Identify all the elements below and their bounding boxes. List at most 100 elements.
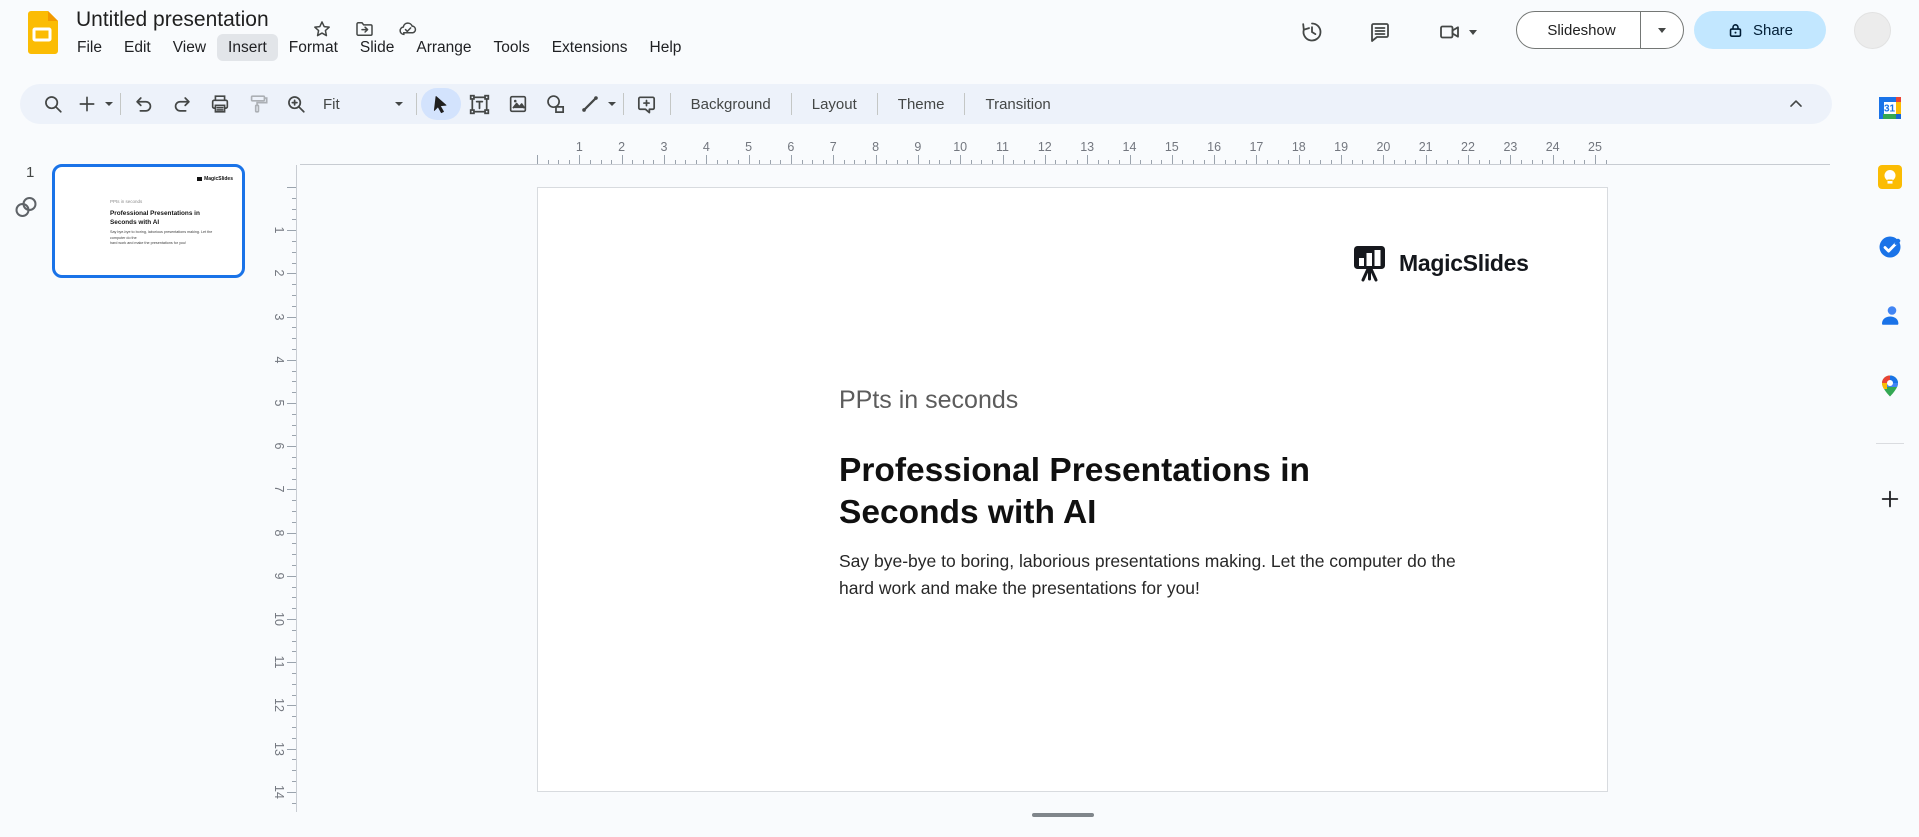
slide-title-text[interactable]: Professional Presentations in Seconds wi… (839, 450, 1310, 534)
ruler-number: 3 (660, 140, 668, 154)
ruler-number: 24 (1545, 140, 1560, 154)
ruler-number: 4 (272, 356, 286, 364)
menu-arrange[interactable]: Arrange (405, 34, 482, 61)
slide-brand-logo[interactable]: MagicSlides (1351, 244, 1529, 282)
svg-text:31: 31 (1884, 104, 1896, 115)
menu-tools[interactable]: Tools (483, 34, 541, 61)
redo-icon[interactable] (163, 88, 201, 120)
get-add-ons-plus-icon[interactable] (1877, 486, 1903, 512)
comments-icon[interactable] (1360, 16, 1400, 48)
menu-slide[interactable]: Slide (349, 34, 405, 61)
thumbnail-kicker: PPts in seconds (110, 199, 143, 204)
select-tool[interactable] (420, 88, 461, 120)
slide-body-text[interactable]: Say bye-bye to boring, laborious present… (839, 548, 1456, 602)
header-action-icons (1292, 16, 1486, 48)
keep-icon[interactable] (1877, 164, 1903, 190)
account-avatar[interactable] (1854, 12, 1891, 49)
slideshow-dropdown-button[interactable] (1641, 27, 1683, 33)
ruler-number: 7 (829, 140, 837, 154)
thumbnail-brand-icon (197, 177, 203, 181)
paint-format-icon[interactable] (239, 88, 277, 120)
share-label: Share (1752, 21, 1794, 39)
calendar-icon[interactable]: 31 (1877, 95, 1903, 121)
ruler-number: 16 (1207, 140, 1222, 154)
insert-image-icon[interactable] (499, 88, 537, 120)
document-title-input[interactable]: Untitled presentation (76, 8, 269, 32)
menu-file[interactable]: File (66, 34, 113, 61)
slide-brand-name: MagicSlides (1399, 249, 1529, 276)
zoom-select[interactable]: Fit (315, 96, 356, 113)
zoom-icon[interactable] (277, 88, 315, 120)
horizontal-ruler (300, 164, 1830, 165)
maps-icon[interactable] (1877, 373, 1903, 399)
search-menus-icon[interactable] (34, 88, 72, 120)
ruler-number: 2 (618, 140, 626, 154)
slide-canvas[interactable]: MagicSlides PPts in seconds Professional… (537, 187, 1608, 792)
slide-thumbnail-1[interactable]: MagicSlides PPts in seconds Professional… (52, 164, 245, 278)
magicslides-logo-icon (1354, 246, 1385, 282)
menu-view[interactable]: View (162, 34, 217, 61)
menu-help[interactable]: Help (639, 34, 693, 61)
new-slide-dropdown-caret[interactable] (102, 102, 116, 106)
menu-edit[interactable]: Edit (113, 34, 162, 61)
hide-menus-chevron-icon[interactable] (1776, 88, 1816, 120)
insert-shape-icon[interactable] (537, 88, 575, 120)
slideshow-button[interactable]: Slideshow (1516, 11, 1684, 49)
ruler-number: 8 (272, 529, 286, 537)
insert-comment-icon[interactable] (628, 88, 666, 120)
lock-icon (1729, 23, 1742, 37)
menu-format[interactable]: Format (278, 34, 349, 61)
ruler-number: 12 (272, 698, 286, 713)
undo-icon[interactable] (125, 88, 163, 120)
line-dropdown-caret[interactable] (605, 102, 619, 106)
main-toolbar: Fit Background Layout Theme Transition (20, 84, 1832, 124)
share-button[interactable]: Share (1694, 11, 1826, 49)
ruler-number: 14 (272, 784, 286, 799)
contacts-icon[interactable] (1877, 303, 1903, 329)
slide-kicker-text[interactable]: PPts in seconds (839, 386, 1018, 415)
menu-insert[interactable]: Insert (217, 34, 278, 61)
ruler-number: 1 (272, 226, 286, 234)
tasks-icon[interactable] (1877, 234, 1903, 260)
thumbnail-title: Professional Presentations in Seconds wi… (110, 210, 200, 227)
vertical-ruler (296, 165, 297, 812)
side-rail-divider (1876, 443, 1904, 444)
background-button[interactable]: Background (675, 96, 787, 113)
menu-extensions[interactable]: Extensions (541, 34, 639, 61)
ruler-number: 6 (272, 442, 286, 450)
ruler-number: 7 (272, 485, 286, 493)
transition-indicator-icon[interactable] (13, 194, 39, 225)
text-box-tool-icon[interactable] (461, 88, 499, 120)
new-slide-button[interactable] (72, 88, 102, 120)
filmstrip-slide-number: 1 (26, 164, 35, 181)
meet-dropdown-caret[interactable] (1469, 29, 1477, 35)
ruler-number: 15 (1164, 140, 1179, 154)
ruler-number: 14 (1122, 140, 1137, 154)
ruler-number: 21 (1418, 140, 1433, 154)
ruler-number: 8 (872, 140, 880, 154)
zoom-select-caret[interactable] (392, 102, 406, 106)
ruler-number: 22 (1461, 140, 1475, 154)
ruler-number: 12 (1037, 140, 1052, 154)
ruler-number: 5 (745, 140, 753, 154)
ruler-number: 6 (787, 140, 795, 154)
ruler-number: 11 (996, 140, 1009, 154)
join-meet-icon[interactable] (1428, 16, 1486, 48)
version-history-icon[interactable] (1292, 16, 1332, 48)
menu-bar: File Edit View Insert Format Slide Arran… (66, 34, 692, 61)
ruler-number: 5 (272, 399, 286, 407)
ruler-number: 3 (272, 313, 286, 321)
theme-button[interactable]: Theme (882, 96, 961, 113)
ruler-number: 20 (1376, 140, 1391, 154)
speaker-notes-resize-handle[interactable] (1032, 813, 1094, 817)
ruler-number: 1 (575, 140, 583, 154)
google-slides-logo-icon[interactable] (24, 9, 60, 57)
transition-button[interactable]: Transition (969, 96, 1066, 113)
ruler-number: 4 (702, 140, 710, 154)
ruler-number: 23 (1503, 140, 1518, 154)
print-icon[interactable] (201, 88, 239, 120)
insert-line-icon[interactable] (575, 88, 605, 120)
ruler-number: 2 (272, 269, 286, 277)
ruler-number: 19 (1334, 140, 1349, 154)
layout-button[interactable]: Layout (796, 96, 873, 113)
